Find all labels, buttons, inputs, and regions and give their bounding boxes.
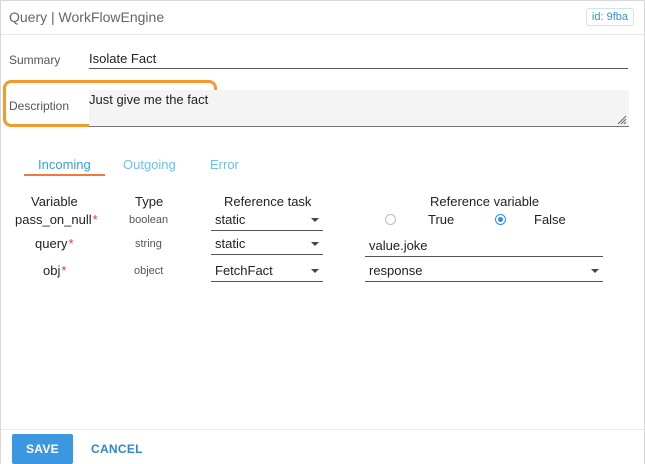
radio-false[interactable]	[495, 214, 506, 225]
id-badge: id: 9fba	[585, 8, 634, 26]
reference-variable-input-query[interactable]: value.joke	[365, 235, 603, 257]
radio-label-false: False	[534, 212, 566, 227]
variable-type-query: string	[135, 238, 162, 250]
variable-name-pass-on-null: pass_on_null*	[15, 212, 98, 227]
tab-outgoing[interactable]: Outgoing	[123, 157, 176, 172]
required-marker: *	[61, 263, 67, 278]
resize-grip-icon[interactable]	[617, 115, 627, 125]
task-dialog: Query | WorkFlowEngine id: 9fba Summary …	[0, 0, 645, 464]
chevron-down-icon	[311, 269, 319, 273]
summary-input[interactable]	[89, 49, 628, 69]
cancel-button[interactable]: CANCEL	[91, 434, 143, 464]
column-header-type: Type	[135, 194, 164, 209]
title-bar: Query | WorkFlowEngine id: 9fba	[1, 1, 644, 35]
reference-task-select-query[interactable]: static	[211, 233, 323, 255]
dialog-footer: SAVE CANCEL	[1, 429, 644, 464]
tab-error[interactable]: Error	[210, 157, 239, 172]
radio-true[interactable]	[385, 214, 396, 225]
variable-type-obj: object	[134, 265, 164, 277]
description-label: Description	[9, 99, 70, 113]
tab-incoming[interactable]: Incoming	[38, 157, 91, 172]
reference-variable-select-obj[interactable]: response	[365, 260, 603, 282]
chevron-down-icon	[311, 218, 319, 222]
chevron-down-icon	[311, 242, 319, 246]
radio-label-true: True	[428, 212, 455, 227]
column-header-reference-task: Reference task	[224, 194, 312, 209]
variable-type-pass-on-null: boolean	[129, 214, 169, 226]
chevron-down-icon	[591, 269, 599, 273]
required-marker: *	[92, 212, 98, 227]
required-marker: *	[68, 236, 74, 251]
summary-label: Summary	[9, 53, 61, 67]
column-header-variable: Variable	[31, 194, 78, 209]
reference-task-select-pass-on-null[interactable]: static	[211, 209, 323, 231]
variable-name-obj: obj*	[43, 263, 67, 278]
column-header-reference-variable: Reference variable	[430, 194, 540, 209]
save-button[interactable]: SAVE	[12, 434, 73, 464]
description-textarea[interactable]: Just give me the fact	[89, 90, 629, 127]
variable-name-query: query*	[35, 236, 74, 251]
reference-task-select-obj[interactable]: FetchFact	[211, 260, 323, 282]
dialog-title: Query | WorkFlowEngine	[9, 9, 165, 25]
active-tab-indicator	[24, 174, 105, 176]
